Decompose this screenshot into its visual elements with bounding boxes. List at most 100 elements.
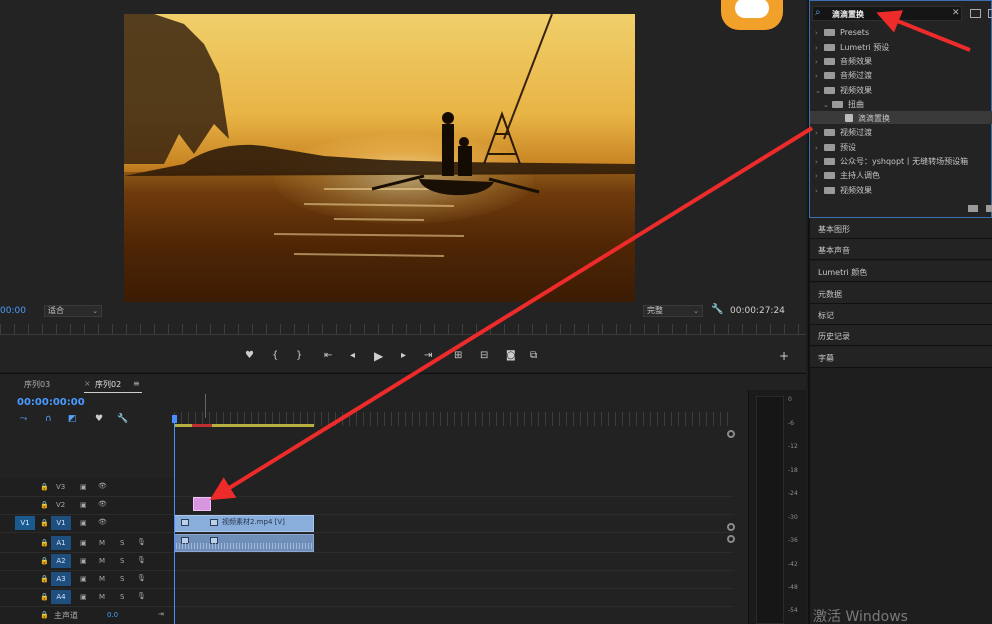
scroll-handle[interactable]	[727, 535, 735, 543]
search-icon: ⌕	[815, 7, 821, 18]
track-target-a4[interactable]: A4	[51, 590, 71, 604]
lock-icon[interactable]: 🔒	[40, 539, 49, 547]
playback-quality-select[interactable]: 完整 ⌄	[643, 305, 703, 317]
source-patch-v1[interactable]: V1	[15, 516, 35, 530]
mute-button[interactable]: M	[99, 593, 105, 601]
eye-icon[interactable]: 👁	[98, 500, 107, 508]
track-target-a1[interactable]: A1	[51, 536, 71, 550]
panel-lumetri-color[interactable]: Lumetri 颜色	[810, 261, 992, 282]
monitor-time-ruler[interactable]	[0, 324, 806, 334]
tree-item-video-effects-2[interactable]: › 视频效果	[815, 185, 872, 196]
tab-sequence-03[interactable]: 序列03	[24, 379, 50, 390]
track-target-a2[interactable]: A2	[51, 554, 71, 568]
add-button-icon[interactable]: +	[779, 350, 789, 362]
step-back-icon[interactable]: ◂	[350, 350, 355, 362]
vertical-scrollbar[interactable]	[727, 430, 735, 624]
sync-lock-icon[interactable]: ▣	[80, 593, 87, 601]
microphone-icon[interactable]: 🎙	[137, 556, 146, 564]
eye-icon[interactable]: 👁	[98, 482, 107, 490]
mute-button[interactable]: M	[99, 539, 105, 547]
scroll-handle[interactable]	[727, 523, 735, 531]
lift-icon[interactable]: ⊞	[454, 350, 462, 362]
sync-lock-icon[interactable]: ▣	[80, 483, 87, 491]
lock-icon[interactable]: 🔒	[40, 575, 49, 583]
eye-icon[interactable]: 👁	[98, 518, 107, 526]
close-tab-icon[interactable]: ×	[84, 379, 91, 388]
windows-activation-watermark: 激活 Windows	[813, 609, 908, 624]
tree-item-audio-effects[interactable]: › 音频效果	[815, 56, 872, 67]
tree-item-audio-transitions[interactable]: › 音频过渡	[815, 70, 872, 81]
scroll-handle[interactable]	[727, 430, 735, 438]
play-icon[interactable]: ▶	[374, 350, 383, 362]
sync-lock-icon[interactable]: ▣	[80, 501, 87, 509]
master-volume-value[interactable]: 0.0	[107, 611, 118, 619]
compare-view-icon[interactable]: ⧉	[530, 350, 537, 362]
add-marker-icon[interactable]: ♥	[245, 350, 254, 362]
panel-history[interactable]: 历史记录	[810, 325, 992, 346]
panel-markers[interactable]: 标记	[810, 304, 992, 325]
playhead-line[interactable]	[174, 416, 175, 624]
settings-wrench-icon[interactable]: 🔧	[711, 304, 723, 315]
tree-item-presets-cn[interactable]: › 预设	[815, 142, 856, 153]
lock-icon[interactable]: 🔒	[40, 519, 49, 527]
panel-metadata[interactable]: 元数据	[810, 283, 992, 304]
lock-icon[interactable]: 🔒	[40, 557, 49, 565]
panel-captions[interactable]: 字幕	[810, 347, 992, 368]
close-icon[interactable]: ✕	[952, 8, 960, 18]
mute-button[interactable]: M	[99, 557, 105, 565]
tree-item-label: 扭曲	[848, 100, 864, 109]
mark-out-icon[interactable]: }	[296, 350, 302, 362]
snap-magnet-icon[interactable]: ∩	[45, 414, 52, 424]
solo-button[interactable]: S	[120, 593, 124, 601]
new-bin-icon[interactable]	[968, 205, 978, 212]
tree-item-lumetri-presets[interactable]: › Lumetri 预设	[815, 42, 889, 53]
solo-button[interactable]: S	[120, 539, 124, 547]
timeline-settings-wrench-icon[interactable]: 🔧	[117, 414, 128, 424]
folder-icon	[824, 44, 835, 51]
trash-icon[interactable]	[986, 205, 992, 212]
solo-button[interactable]: S	[120, 557, 124, 565]
zoom-fit-select[interactable]: 适合 ⌄	[44, 305, 102, 317]
sync-lock-icon[interactable]: ▣	[80, 519, 87, 527]
playhead-timecode[interactable]: 00:00	[0, 306, 26, 316]
panel-essential-graphics[interactable]: 基本图形	[810, 218, 992, 239]
go-to-end-icon[interactable]: ⇥	[158, 610, 164, 618]
panel-menu-icon[interactable]: ≡	[133, 379, 140, 388]
step-forward-icon[interactable]: ▸	[401, 350, 406, 362]
sync-lock-icon[interactable]: ▣	[80, 575, 87, 583]
go-to-in-icon[interactable]: ⇤	[324, 350, 332, 362]
panel-essential-sound[interactable]: 基本声音	[810, 239, 992, 260]
add-marker-icon[interactable]: ♥	[95, 414, 103, 424]
sync-lock-icon[interactable]: ▣	[80, 539, 87, 547]
mute-button[interactable]: M	[99, 575, 105, 583]
mark-in-icon[interactable]: {	[272, 350, 278, 362]
duration-timecode: 00:00:27:24	[730, 306, 785, 316]
lock-icon[interactable]: 🔒	[40, 501, 49, 509]
microphone-icon[interactable]: 🎙	[137, 538, 146, 546]
track-target-v1[interactable]: V1	[51, 516, 71, 530]
go-to-out-icon[interactable]: ⇥	[424, 350, 432, 362]
tab-sequence-02[interactable]: 序列02	[95, 379, 121, 390]
tree-item-effect-selected[interactable]: 滴滴置换	[845, 113, 890, 124]
sync-lock-icon[interactable]: ▣	[80, 557, 87, 565]
export-frame-icon[interactable]: ◙	[506, 350, 516, 362]
timeline-timecode[interactable]: 00:00:00:00	[17, 397, 85, 408]
microphone-icon[interactable]: 🎙	[137, 592, 146, 600]
tree-item-distort[interactable]: ⌄ 扭曲	[823, 99, 864, 110]
lock-icon[interactable]: 🔒	[40, 593, 49, 601]
new-bin-icon[interactable]	[970, 9, 981, 18]
tree-item-video-effects[interactable]: ⌄ 视频效果	[815, 85, 872, 96]
tree-item-video-transitions[interactable]: › 视频过渡	[815, 127, 872, 138]
lock-icon[interactable]: 🔒	[40, 611, 49, 619]
tree-item-seamless-presets[interactable]: › 公众号：yshqopt丨无缝转场预设箱	[815, 156, 968, 167]
microphone-icon[interactable]: 🎙	[137, 574, 146, 582]
linked-selection-icon[interactable]: ◩	[68, 414, 77, 424]
tree-item-host-grading[interactable]: › 主持人调色	[815, 170, 880, 181]
lock-icon[interactable]: 🔒	[40, 483, 49, 491]
track-target-a3[interactable]: A3	[51, 572, 71, 586]
solo-button[interactable]: S	[120, 575, 124, 583]
extract-icon[interactable]: ⊟	[480, 350, 488, 362]
new-item-icon[interactable]	[988, 9, 992, 18]
nest-sequence-icon[interactable]: ⤳	[20, 414, 27, 424]
tree-item-presets[interactable]: › Presets	[815, 28, 869, 37]
